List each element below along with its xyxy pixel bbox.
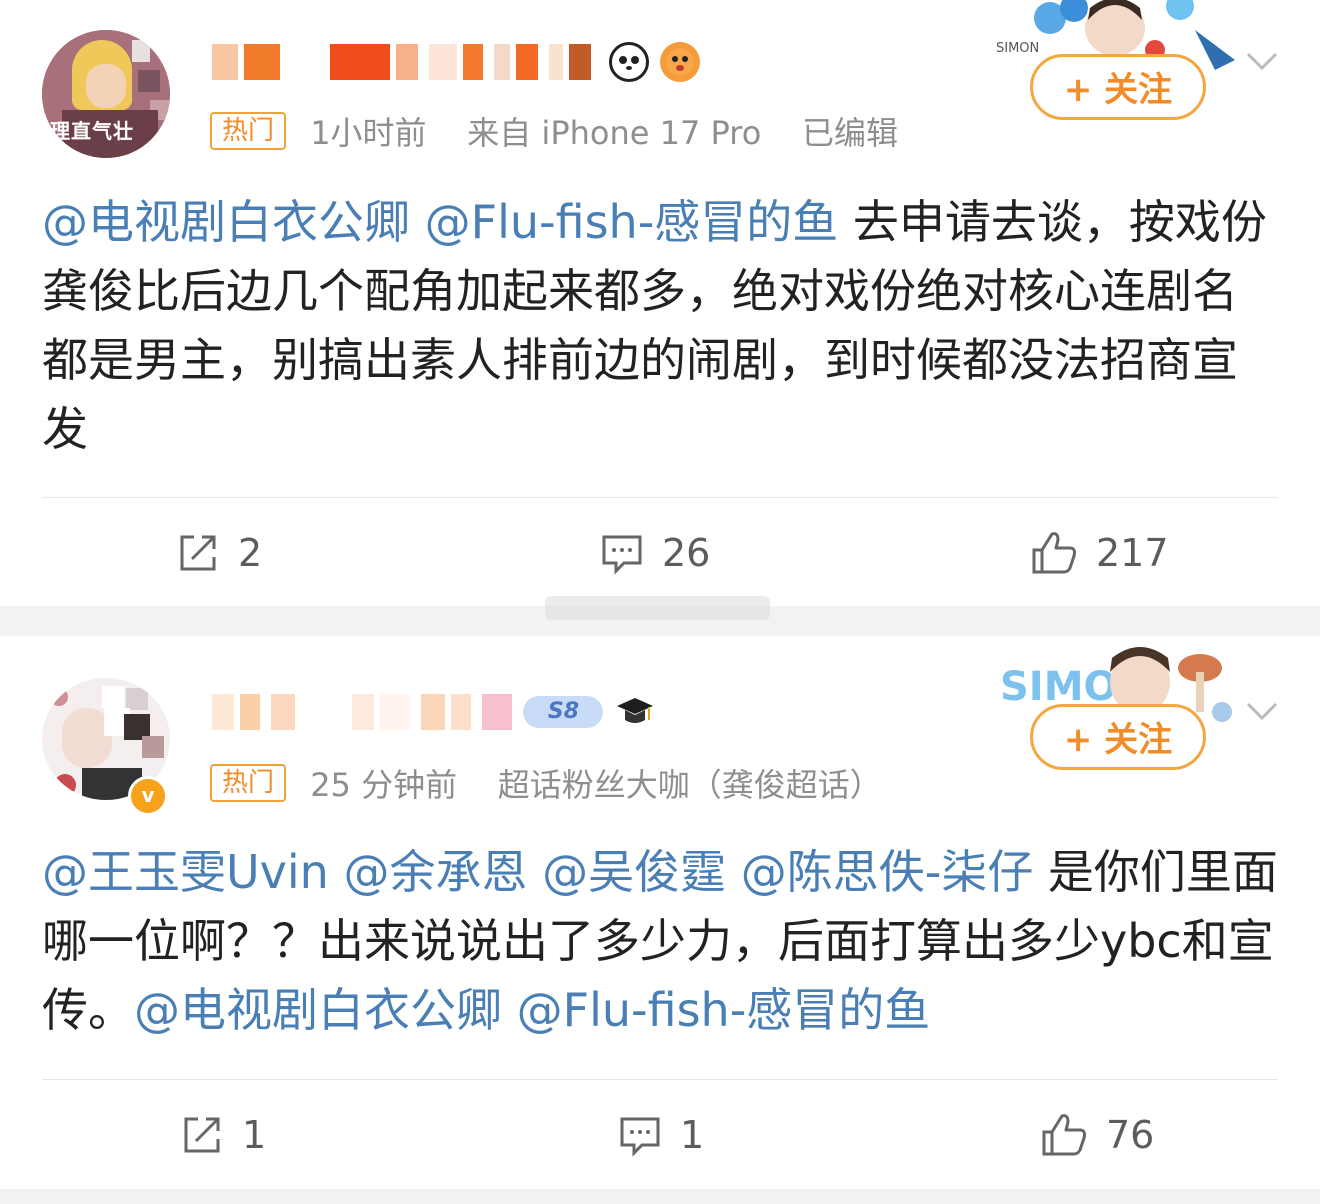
repost-button[interactable]: 2 (176, 528, 262, 578)
mention-link[interactable]: @吴俊霆 (542, 845, 726, 899)
chevron-down-icon[interactable] (1244, 692, 1280, 728)
chevron-down-icon[interactable] (1244, 42, 1280, 78)
post-content: @电视剧白衣公卿 @Flu-fish-感冒的鱼 去申请去谈，按戏份龚俊比后边几个… (42, 188, 1282, 464)
pufferfish-icon (659, 42, 700, 82)
divider (42, 497, 1278, 498)
deco-text: SIMON (996, 41, 1039, 56)
repost-icon (180, 535, 216, 570)
comment-count: 26 (662, 530, 711, 575)
follow-button[interactable]: + 关注 (1030, 54, 1206, 120)
like-icon (1042, 1113, 1086, 1155)
mention-link[interactable]: @王玉雯Uvin (42, 845, 329, 899)
hot-tag: 热门 (210, 764, 287, 802)
comment-count: 1 (680, 1112, 705, 1157)
post-source[interactable]: 来自 iPhone 17 Pro (467, 114, 761, 152)
like-count: 76 (1106, 1112, 1155, 1157)
mention-link[interactable]: @Flu-fish-感冒的鱼 (425, 195, 839, 249)
like-button[interactable]: 76 (1040, 1110, 1154, 1160)
graduation-cap-icon (615, 694, 655, 730)
hot-tag: 热门 (210, 112, 287, 150)
level-badge: S8 (523, 696, 604, 728)
username-redacted[interactable] (212, 42, 700, 86)
verified-badge: v (128, 776, 168, 816)
divider (42, 1079, 1278, 1080)
like-count: 217 (1096, 530, 1169, 575)
post-source[interactable]: 超话粉丝大咖（龚俊超话） (498, 766, 882, 804)
mention-link[interactable]: @Flu-fish-感冒的鱼 (517, 983, 931, 1037)
mention-link[interactable]: @陈思佚-柒仔 (741, 845, 1034, 899)
panda-icon (608, 42, 649, 82)
follow-button[interactable]: + 关注 (1030, 704, 1206, 770)
repost-icon (184, 1117, 220, 1152)
mention-link[interactable]: @余承恩 (343, 845, 527, 899)
avatar[interactable]: 理直气壮 (42, 30, 170, 158)
post-content: @王玉雯Uvin @余承恩 @吴俊霆 @陈思佚-柒仔 是你们里面哪一位啊？？出来… (42, 838, 1282, 1045)
comment-button[interactable]: 1 (618, 1110, 704, 1160)
weibo-post: 理直气壮 热门 1小时前 来自 iPhone 17 Pro 已编辑 SIMON … (0, 0, 1320, 606)
comment-icon (620, 1117, 660, 1157)
avatar-caption: 理直气壮 (50, 119, 134, 143)
repost-button[interactable]: 1 (180, 1110, 266, 1160)
edited-label: 已编辑 (801, 114, 898, 152)
post-time: 1小时前 (310, 114, 427, 152)
weibo-post: v S8 热门 25 分钟前 超话粉丝大咖（龚俊超话） SIMON + 关注 @… (0, 636, 1320, 1189)
repost-count: 1 (242, 1112, 267, 1157)
watermark (545, 596, 770, 620)
comment-button[interactable]: 26 (600, 528, 710, 578)
repost-count: 2 (238, 530, 263, 575)
mention-link[interactable]: @电视剧白衣公卿 (134, 983, 502, 1037)
like-button[interactable]: 217 (1030, 528, 1169, 578)
mention-link[interactable]: @电视剧白衣公卿 (42, 195, 410, 249)
username-redacted[interactable]: S8 (212, 694, 661, 738)
post-meta: 热门 1小时前 来自 iPhone 17 Pro 已编辑 (210, 108, 898, 154)
post-meta: 热门 25 分钟前 超话粉丝大咖（龚俊超话） (210, 760, 882, 806)
comment-icon (602, 535, 642, 575)
post-separator (0, 1189, 1320, 1204)
like-icon (1032, 531, 1076, 573)
post-time: 25 分钟前 (310, 766, 458, 804)
